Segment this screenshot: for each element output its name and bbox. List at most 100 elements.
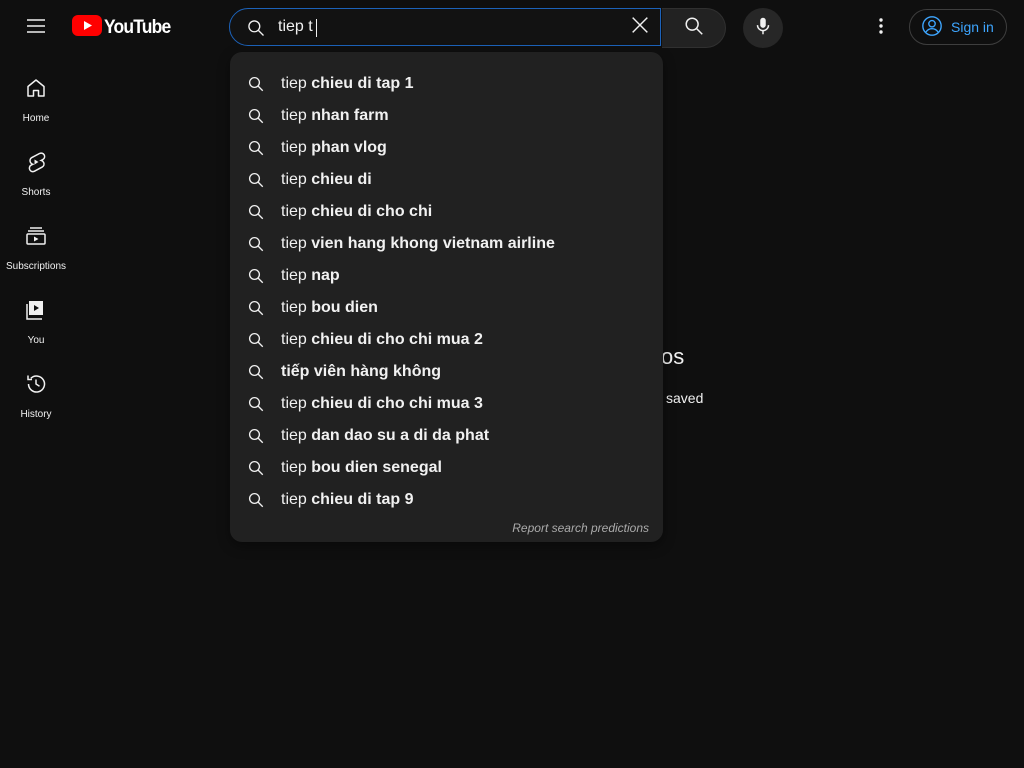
suggestion-completion-part: bou dien [311,299,378,316]
suggestion-item[interactable]: tiep chieu di cho chi mua 2 [230,324,663,356]
suggestion-typed-part: tiep [281,203,312,220]
suggestion-item[interactable]: tiep chieu di tap 9 [230,484,663,516]
suggestion-item[interactable]: tiep bou dien senegal [230,452,663,484]
suggestion-item[interactable]: tiep chieu di cho chi [230,196,663,228]
search-icon [247,331,265,349]
search-input[interactable] [278,9,618,45]
nav-label: Home [22,113,50,124]
search-icon [247,299,265,317]
suggestion-item[interactable]: tiếp viên hàng không [230,356,663,388]
masthead: YouTube tiep t Sign in [0,0,1024,56]
suggestion-list: tiep chieu di tap 1 tiep nhan farm tiep ph… [230,68,663,516]
suggestion-typed-part: tiep [281,331,312,348]
search-icon [247,107,265,125]
close-icon [629,14,651,41]
suggestion-text: tiep chieu di tap 1 [281,75,414,93]
suggestion-completion-part: nhan farm [311,107,389,124]
search-icon [247,395,265,413]
youtube-play-icon [72,15,102,41]
suggestion-item[interactable]: tiep nhan farm [230,100,663,132]
sign-in-label: Sign in [951,19,994,35]
nav-label: Subscriptions [5,261,67,272]
search-icon [247,267,265,285]
hamburger-icon [24,14,48,43]
suggestion-typed-part: tiep [281,235,312,252]
text-caret [316,19,317,37]
suggestion-item[interactable]: tiep nap [230,260,663,292]
suggestion-item[interactable]: tiep vien hang khong vietnam airline [230,228,663,260]
subscriptions-icon [24,224,48,253]
suggestion-text: tiep chieu di cho chi [281,203,432,221]
guide-menu-button[interactable] [16,8,56,48]
suggestion-typed-part: tiep [281,107,312,124]
suggestion-typed-part: tiep [281,491,312,508]
suggestion-completion-part: chieu di tap 9 [311,491,414,508]
clear-search-button[interactable] [624,11,656,43]
search-icon [247,363,265,381]
history-icon [24,372,48,401]
suggestion-completion-part: chieu di cho chi [311,203,433,220]
suggestion-typed-part: tiep [281,459,312,476]
suggestion-typed-part: tiep [281,395,312,412]
search-button[interactable] [662,8,726,48]
search-suggestions-dropdown: tiep chieu di tap 1 tiep nhan farm tiep ph… [230,52,663,542]
suggestion-text: tiep vien hang khong vietnam airline [281,235,555,253]
logo-wordmark: YouTube [104,17,171,38]
settings-menu-button[interactable] [861,8,901,48]
search-icon [247,459,265,477]
nav-item-home[interactable]: Home [4,56,68,130]
search-icon [247,139,265,157]
suggestion-typed-part: tiep [281,139,312,156]
nav-label: You [27,335,45,346]
search-icon [247,75,265,93]
suggestion-typed-part: tiep [281,75,312,92]
nav-item-history[interactable]: History [4,352,68,426]
suggestion-text: tiep bou dien [281,299,378,317]
youtube-logo[interactable]: YouTube [72,14,176,42]
suggestion-item[interactable]: tiep chieu di tap 1 [230,68,663,100]
nav-item-subscriptions[interactable]: Subscriptions [4,204,68,278]
suggestion-text: tiep nap [281,267,340,285]
you-icon [24,298,48,327]
search-icon [247,235,265,253]
suggestion-completion-part: chieu di [311,171,372,188]
suggestion-text: tiep nhan farm [281,107,389,125]
nav-label: History [20,409,52,420]
search-icon [246,18,266,43]
report-search-predictions-link[interactable]: Report search predictions [512,521,649,535]
suggestion-completion-part: chieu di tap 1 [311,75,414,92]
nav-item-you[interactable]: You [4,278,68,352]
suggestion-completion-part: dan dao su a di da phat [311,427,490,444]
mini-guide: Home Shorts Subscriptions You History [4,56,68,426]
suggestion-item[interactable]: tiep chieu di cho chi mua 3 [230,388,663,420]
suggestion-text: tiep dan dao su a di da phat [281,427,489,445]
suggestion-text: tiếp viên hàng không [281,363,441,381]
suggestion-item[interactable]: tiep dan dao su a di da phat [230,420,663,452]
suggestion-typed-part: tiep [281,427,312,444]
suggestion-item[interactable]: tiep phan vlog [230,132,663,164]
suggestion-text: tiep phan vlog [281,139,387,157]
shorts-icon [24,150,48,179]
suggestion-typed-part: tiep [281,171,312,188]
suggestion-item[interactable]: tiep chieu di [230,164,663,196]
empty-state-subtitle: saved [666,390,704,406]
suggestion-completion-part: phan vlog [311,139,387,156]
suggestion-typed-part: tiep [281,299,312,316]
microphone-icon [752,15,774,42]
search-icon [247,491,265,509]
suggestion-completion-part: vien hang khong vietnam airline [311,235,555,252]
suggestion-text: tiep chieu di [281,171,372,189]
nav-item-shorts[interactable]: Shorts [4,130,68,204]
more-vertical-icon [869,14,893,43]
suggestion-text: tiep chieu di cho chi mua 3 [281,395,483,413]
suggestion-completion-part: chieu di cho chi mua 2 [311,331,483,348]
search-icon [683,15,705,42]
suggestion-text: tiep bou dien senegal [281,459,442,477]
suggestion-typed-part: tiep [281,267,312,284]
suggestion-item[interactable]: tiep bou dien [230,292,663,324]
suggestion-completion-part: nap [311,267,340,284]
search-box [229,8,661,46]
sign-in-button[interactable]: Sign in [909,9,1007,45]
voice-search-button[interactable] [743,8,783,48]
suggestion-completion-part: tiếp viên hàng không [281,363,442,380]
